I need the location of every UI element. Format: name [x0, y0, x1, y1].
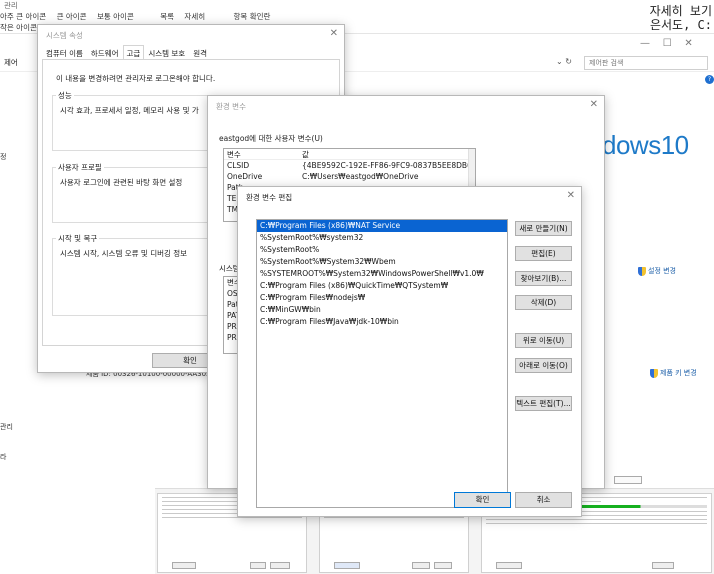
ok-button[interactable]: 확인 — [454, 492, 511, 508]
view-medium-icons[interactable]: 보통 아이콘 — [97, 12, 134, 21]
delete-button[interactable]: 삭제(D) — [515, 295, 572, 310]
dialog-title: 환경 변수 — [216, 102, 246, 111]
new-button[interactable]: 새로 만들기(N) — [515, 221, 572, 236]
view-xl-icons[interactable]: 아주 큰 아이콘 — [0, 12, 46, 21]
close-icon[interactable]: ✕ — [567, 190, 575, 201]
user-vars-label: eastgod에 대한 사용자 변수(U) — [219, 134, 323, 143]
list-item[interactable]: C:₩Program Files (x86)₩NAT Service — [257, 220, 507, 232]
tab-remote[interactable]: 원격 — [189, 45, 211, 59]
tab-advanced[interactable]: 고급 — [122, 45, 145, 59]
view-list[interactable]: 목록 — [160, 12, 174, 21]
list-item[interactable]: C:₩Program Files (x86)₩QuickTime₩QTSyste… — [257, 280, 507, 292]
table-row[interactable]: OneDrive C:₩Users₩eastgod₩OneDrive — [224, 171, 475, 182]
startup-label: 시작 및 복구 — [56, 233, 100, 244]
profile-text: 사용자 로그인에 관련된 바탕 화면 설정 — [60, 178, 183, 187]
performance-text: 시각 효과, 프로세서 일정, 메모리 사용 및 가 — [60, 106, 199, 115]
list-header: 변수 값 — [224, 149, 475, 160]
shield-icon — [638, 266, 646, 276]
admin-note: 이 내용을 변경하려면 관리자로 로그온해야 합니다. — [56, 74, 216, 83]
list-item[interactable]: C:₩Program Files₩nodejs₩ — [257, 292, 507, 304]
list-item[interactable]: %SystemRoot% — [257, 244, 507, 256]
refresh-icon[interactable]: ⌄ ↻ — [556, 57, 572, 66]
tab-bar: 컴퓨터 이름 하드웨어 고급 시스템 보호 원격 — [42, 45, 211, 59]
windows-logo-text: dows10 — [602, 130, 689, 160]
sidebar-item-1[interactable]: 정 — [0, 152, 6, 162]
view-options-row: 아주 큰 아이콘 큰 아이콘 보통 아이콘 목록 자세히 항목 확인란 — [0, 11, 278, 22]
list-item[interactable]: %SystemRoot%₩System32₩Wbem — [257, 256, 507, 268]
move-up-button[interactable]: 위로 이동(U) — [515, 333, 572, 348]
search-input[interactable]: 제어판 검색 — [584, 56, 708, 70]
tab-system-protection[interactable]: 시스템 보호 — [144, 45, 189, 59]
performance-label: 성능 — [56, 90, 74, 101]
address-text: 제어 — [4, 58, 18, 67]
edit-env-variable-dialog: 환경 변수 편집 ✕ C:₩Program Files (x86)₩NAT Se… — [237, 186, 582, 517]
close-icon[interactable]: ✕ — [330, 28, 338, 39]
view-small-icons[interactable]: 작은 아이콘 — [0, 22, 37, 33]
startup-text: 시스템 시작, 시스템 오류 및 디버깅 정보 — [60, 249, 188, 258]
change-settings-link[interactable]: 설정 변경 — [638, 266, 676, 276]
tab-hardware[interactable]: 하드웨어 — [87, 45, 123, 59]
window-controls[interactable]: — ☐ ✕ — [640, 38, 693, 49]
view-toggle-icons[interactable] — [614, 476, 642, 484]
tab-computer-name[interactable]: 컴퓨터 이름 — [42, 45, 87, 59]
view-large-icons[interactable]: 큰 아이콘 — [57, 12, 87, 21]
profile-label: 사용자 프로필 — [56, 162, 104, 173]
dialog-title: 환경 변수 편집 — [246, 193, 293, 202]
browse-button[interactable]: 찾아보기(B)... — [515, 271, 572, 286]
item-checkbox-option[interactable]: 항목 확인란 — [234, 12, 271, 21]
close-icon[interactable]: ✕ — [590, 99, 598, 110]
edit-button[interactable]: 편집(E) — [515, 246, 572, 261]
edit-text-button[interactable]: 텍스트 편집(T)... — [515, 396, 572, 411]
list-item[interactable]: %SYSTEMROOT%₩System32₩WindowsPowerShell₩… — [257, 268, 507, 280]
path-entries-list[interactable]: C:₩Program Files (x86)₩NAT Service %Syst… — [256, 219, 508, 508]
shield-icon — [650, 368, 658, 378]
list-item[interactable]: C:₩MinGW₩bin — [257, 304, 507, 316]
change-product-key-link[interactable]: 제품 키 변경 — [650, 368, 697, 378]
table-row[interactable]: CLSID {4BE9592C-192E-FF86-9FC9-0837B5EE8D… — [224, 160, 475, 171]
move-down-button[interactable]: 아래로 이동(O) — [515, 358, 572, 373]
sidebar-item-3[interactable]: 라 — [0, 452, 6, 462]
background-doc-text-2: 은서도, C: — [649, 18, 712, 32]
ribbon-tiny-label: 관리 — [4, 1, 18, 10]
list-item[interactable]: %SystemRoot%₩system32 — [257, 232, 507, 244]
cancel-button[interactable]: 취소 — [515, 492, 572, 508]
list-item[interactable]: C:₩Program Files₩Java₩jdk-10₩bin — [257, 316, 507, 328]
sidebar-item-2[interactable]: 관리 — [0, 422, 13, 432]
view-details[interactable]: 자세히 — [184, 12, 205, 21]
dialog-title: 시스템 속성 — [46, 31, 83, 40]
help-icon[interactable]: ? — [705, 75, 714, 84]
